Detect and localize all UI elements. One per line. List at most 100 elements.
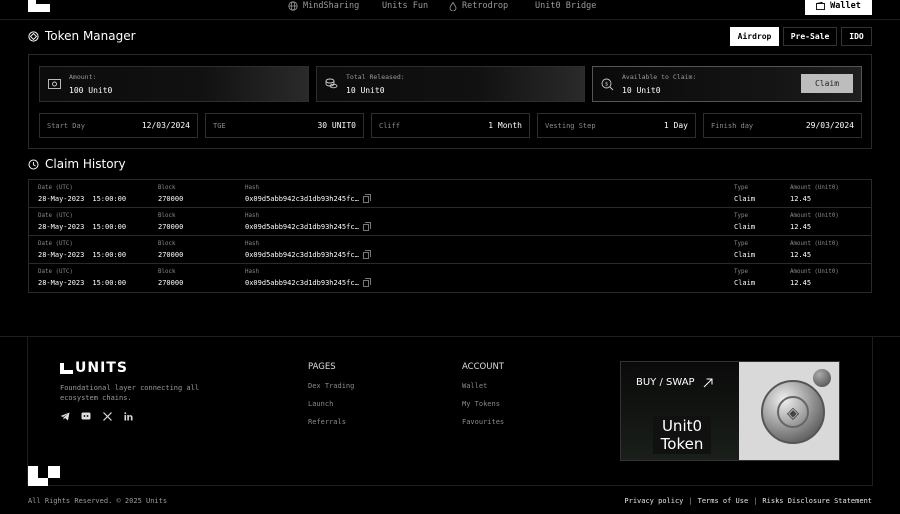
discord-icon[interactable] <box>81 411 91 421</box>
small-coin-image <box>813 369 831 387</box>
info-value: 29/03/2024 <box>805 121 854 130</box>
time-cell: 15:00:00 <box>92 279 127 287</box>
nav-item-retrodrop[interactable]: Retrodrop <box>449 1 508 11</box>
amount-card: Amount: 100 Unit0 <box>39 66 309 102</box>
coin-image: ◈ <box>761 380 825 444</box>
footer-link-wallet[interactable]: Wallet <box>462 382 487 390</box>
date-header: Date (UTC) <box>38 241 73 247</box>
coin-logo-icon: ◈ <box>777 396 809 428</box>
nav-item-mindsharing[interactable]: MindSharing <box>288 1 359 11</box>
claim-history-heading: Claim History <box>28 157 126 171</box>
units-logo-icon[interactable] <box>28 0 50 12</box>
drop-icon <box>449 1 457 11</box>
time-cell: 15:00:00 <box>92 223 127 231</box>
type-header: Type <box>734 213 748 219</box>
block-header: Block <box>158 185 176 191</box>
available-label: Available to Claim: <box>622 73 697 81</box>
wallet-icon <box>816 1 826 10</box>
type-header: Type <box>734 185 748 191</box>
block-cell: 270000 <box>158 223 184 231</box>
tab-pre-sale[interactable]: Pre-Sale <box>783 27 837 46</box>
available-card: $ Available to Claim: 10 Unit0 Claim <box>592 66 862 102</box>
units-logo-icon <box>28 466 60 486</box>
globe-icon <box>288 1 298 11</box>
available-value: 10 Unit0 <box>622 86 661 95</box>
amount-cell: 12.45 <box>790 223 812 231</box>
legal-separator: | <box>688 497 693 505</box>
buy-swap-text: BUY / SWAP <box>636 377 695 388</box>
block-cell: 270000 <box>158 279 184 287</box>
nav-label: MindSharing <box>303 1 360 11</box>
footer-link-dex-trading[interactable]: Dex Trading <box>308 382 354 390</box>
copy-icon[interactable] <box>362 277 371 287</box>
promo-token-line1: Unit0 <box>661 417 703 435</box>
info-start-day: Start Day 12/03/2024 <box>39 113 198 138</box>
info-finish-day: Finish day 29/03/2024 <box>703 113 862 138</box>
block-cell: 270000 <box>158 195 184 203</box>
tab-airdrop[interactable]: Airdrop <box>730 27 779 46</box>
linkedin-icon[interactable] <box>123 411 133 421</box>
svg-text:$: $ <box>605 81 608 87</box>
amount-value: 100 Unit0 <box>69 86 113 95</box>
info-label: Finish day <box>711 121 754 130</box>
info-label: Cliff <box>379 121 401 130</box>
claim-button[interactable]: Claim <box>801 74 853 93</box>
claim-history-table: Date (UTC) 28-May-2023 15:00:00 Block 27000… <box>28 179 872 293</box>
social-links <box>60 411 133 421</box>
footer-brand[interactable]: UNITS <box>60 360 128 376</box>
terms-of-use-link[interactable]: Terms of Use <box>698 497 749 505</box>
table-row: Date (UTC) 28-May-2023 15:00:00 Block 27000… <box>29 180 871 208</box>
amount-cell: 12.45 <box>790 195 812 203</box>
footer-link-my-tokens[interactable]: My Tokens <box>462 400 500 408</box>
copyright-text: All Rights Reserved. © 2025 Units <box>28 497 168 505</box>
hash-cell: 0x09d5abb942c3d1db93h245fc… <box>245 223 359 231</box>
footer-link-referrals[interactable]: Referrals <box>308 418 346 426</box>
info-cliff: Cliff 1 Month <box>371 113 530 138</box>
amount-cell: 12.45 <box>790 279 812 287</box>
footer-link-launch[interactable]: Launch <box>308 400 333 408</box>
footer-tagline: Foundational layer connecting all ecosys… <box>60 384 200 402</box>
token-manager-heading: Token Manager <box>28 29 136 43</box>
hash-header: Hash <box>245 241 259 247</box>
date-cell: 28-May-2023 <box>38 251 85 259</box>
date-header: Date (UTC) <box>38 213 73 219</box>
hash-header: Hash <box>245 185 259 191</box>
block-header: Block <box>158 213 176 219</box>
nav-item-unit0-bridge[interactable]: Unit0 Bridge <box>535 1 596 11</box>
info-label: TGE <box>213 121 226 130</box>
hash-header: Hash <box>245 213 259 219</box>
buy-swap-promo[interactable]: BUY / SWAP Unit0 Token ◈ <box>620 361 840 461</box>
top-nav: MindSharing Units Fun Retrodrop Unit0 Br… <box>0 0 900 20</box>
search-coin-icon: $ <box>601 78 614 90</box>
wallet-button[interactable]: Wallet <box>805 0 872 15</box>
time-cell: 15:00:00 <box>92 251 127 259</box>
telegram-icon[interactable] <box>60 411 70 421</box>
copy-icon[interactable] <box>362 249 371 259</box>
info-vesting-step: Vesting Step 1 Day <box>537 113 696 138</box>
block-header: Block <box>158 269 176 275</box>
date-header: Date (UTC) <box>38 185 73 191</box>
info-value: 1 Month <box>488 121 522 130</box>
section-title: Claim History <box>45 157 126 171</box>
nav-item-units-fun[interactable]: Units Fun <box>382 1 428 11</box>
copy-icon[interactable] <box>362 221 371 231</box>
arrow-up-right-icon <box>703 378 713 387</box>
footer-link-favourites[interactable]: Favourites <box>462 418 504 426</box>
type-cell: Claim <box>734 251 756 259</box>
x-icon[interactable] <box>102 411 112 421</box>
hash-cell: 0x09d5abb942c3d1db93h245fc… <box>245 279 359 287</box>
history-icon <box>28 159 39 169</box>
date-cell: 28-May-2023 <box>38 279 85 287</box>
amount-header: Amount (Unit0) <box>790 269 839 275</box>
privacy-policy-link[interactable]: Privacy policy <box>624 497 683 505</box>
table-row: Date (UTC) 28-May-2023 15:00:00 Block 27000… <box>29 264 871 292</box>
copy-icon[interactable] <box>362 193 371 203</box>
risk-disclosure-link[interactable]: Risks Disclosure Statement <box>762 497 872 505</box>
type-cell: Claim <box>734 195 756 203</box>
legal-separator: | <box>753 497 758 505</box>
block-header: Block <box>158 241 176 247</box>
type-header: Type <box>734 241 748 247</box>
tab-ido[interactable]: IDO <box>841 27 872 46</box>
cash-icon <box>48 79 61 89</box>
buy-swap-label: BUY / SWAP <box>636 377 713 388</box>
